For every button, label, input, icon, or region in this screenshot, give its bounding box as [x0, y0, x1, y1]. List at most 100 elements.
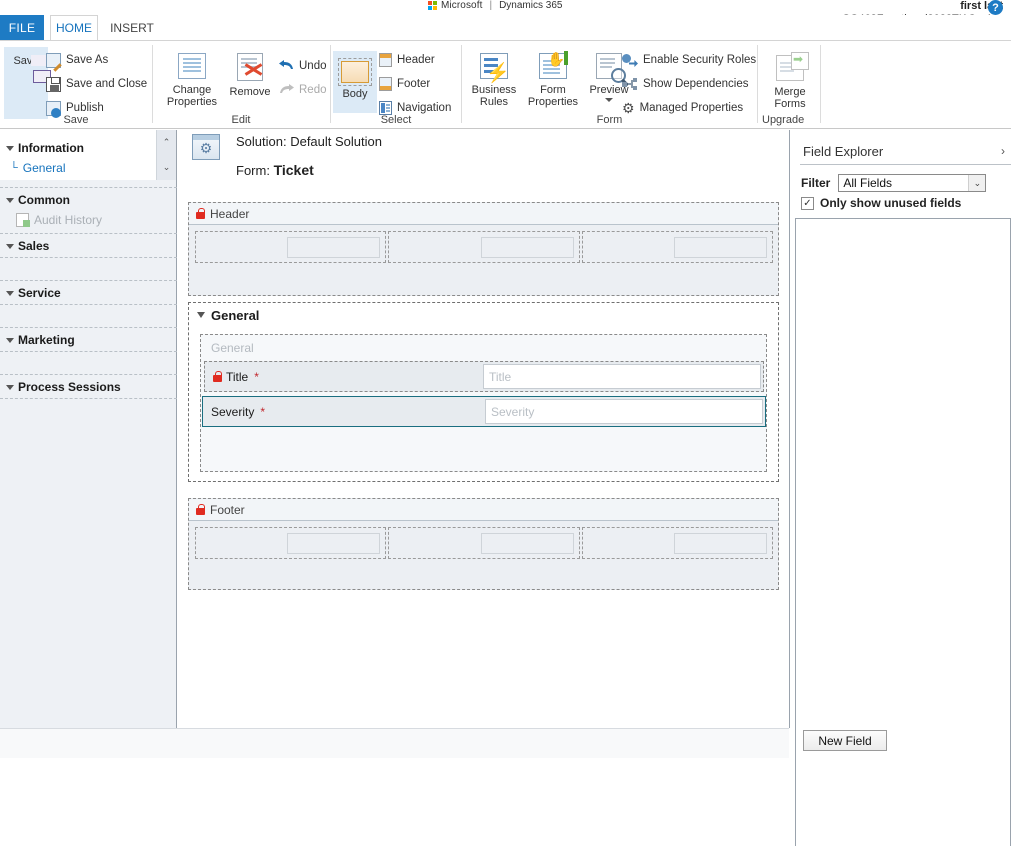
form-properties-label-1: Form	[540, 84, 566, 96]
chevron-right-icon[interactable]: ›	[1001, 144, 1005, 158]
help-icon[interactable]: ?	[988, 0, 1003, 15]
general-section-label: General	[211, 341, 254, 355]
field-row-severity[interactable]: Severity * Severity	[202, 396, 766, 427]
form-header-section[interactable]: Header	[188, 202, 779, 296]
tab-insert[interactable]: INSERT	[104, 15, 160, 40]
form-properties-label-2: Properties	[527, 96, 579, 108]
enable-security-roles-label: Enable Security Roles	[643, 54, 757, 66]
sidebar-group-label: Sales	[18, 239, 50, 253]
footer-cell[interactable]	[388, 527, 580, 559]
redo-label: Redo	[299, 84, 327, 96]
redo-button[interactable]: Redo	[279, 79, 327, 101]
save-as-button[interactable]: Save As	[46, 49, 108, 71]
nav-divider	[0, 304, 177, 305]
ribbon-divider	[820, 45, 821, 123]
field-explorer-panel: Field Explorer › Filter All Fields ⌄ ✓ O…	[790, 130, 1011, 846]
filter-select[interactable]: All Fields ⌄	[838, 174, 987, 192]
field-input-title[interactable]: Title	[483, 364, 761, 389]
tab-file[interactable]: FILE	[0, 15, 44, 40]
triangle-collapse-icon	[6, 145, 14, 151]
footer-icon	[379, 77, 392, 91]
footer-cell[interactable]	[582, 527, 773, 559]
tab-home[interactable]: HOME	[50, 15, 98, 40]
merge-forms-label-1: Merge	[774, 86, 806, 98]
field-label-title: Title *	[205, 370, 259, 384]
show-dependencies-button[interactable]: Show Dependencies	[622, 73, 749, 95]
header-icon	[379, 53, 392, 67]
form-canvas: ⚙ Solution: Default Solution Form: Ticke…	[178, 130, 789, 758]
nav-divider	[0, 233, 177, 234]
required-asterisk: *	[254, 369, 259, 384]
undo-button[interactable]: Undo	[279, 55, 327, 77]
remove-button[interactable]: Remove	[223, 49, 277, 98]
security-roles-icon	[622, 53, 638, 67]
general-tab-header[interactable]: General	[189, 303, 778, 327]
form-properties-icon: ✋	[539, 51, 568, 82]
footer-cell-placeholder	[481, 532, 574, 554]
sidebar-item-general[interactable]: └ General	[0, 158, 177, 177]
enable-security-roles-button[interactable]: Enable Security Roles	[622, 49, 756, 71]
ribbon-group-edit: Change Properties Remove Undo Redo Edit	[153, 41, 329, 129]
merge-forms-button[interactable]: Merge Forms	[766, 51, 814, 110]
new-field-button[interactable]: New Field	[803, 730, 887, 751]
sidebar-group-title-service[interactable]: Service	[0, 283, 177, 303]
header-cell[interactable]	[195, 231, 386, 263]
merge-forms-icon	[776, 52, 809, 84]
form-footer-section[interactable]: Footer	[188, 498, 779, 590]
save-and-close-button[interactable]: Save and Close	[46, 73, 147, 95]
header-cell-placeholder	[481, 236, 574, 258]
solution-header: ⚙ Solution: Default Solution Form: Ticke…	[192, 134, 382, 179]
sidebar-group-title-information[interactable]: Information	[0, 138, 177, 158]
header-button[interactable]: Header	[379, 49, 435, 71]
filter-selected-value: All Fields	[843, 176, 893, 190]
chevron-down-icon[interactable]	[605, 98, 613, 102]
managed-properties-label: Managed Properties	[639, 102, 744, 114]
upgrade-group-label: Upgrade	[762, 114, 805, 126]
field-explorer-list[interactable]	[795, 218, 1011, 846]
field-row-title[interactable]: Title * Title	[204, 361, 764, 392]
sidebar-group-title-sales[interactable]: Sales	[0, 236, 177, 256]
microsoft-logo-icon	[428, 1, 437, 10]
header-label: Header	[397, 54, 435, 66]
business-rules-icon: ⚡	[480, 53, 510, 83]
ribbon-group-upgrade: Merge Forms Upgrade	[758, 41, 820, 129]
footer-button[interactable]: Footer	[379, 73, 430, 95]
show-dependencies-icon	[622, 77, 638, 91]
footer-cell-row	[195, 527, 773, 559]
save-button[interactable]: Save	[4, 47, 48, 119]
field-label-text: Severity	[211, 404, 255, 419]
header-cell[interactable]	[582, 231, 773, 263]
business-rules-button[interactable]: ⚡ Business Rules	[466, 49, 522, 108]
sidebar-group-title-marketing[interactable]: Marketing	[0, 330, 177, 350]
lock-icon	[196, 504, 205, 515]
tree-branch-icon: └	[10, 161, 18, 174]
solution-name: Solution: Default Solution	[236, 134, 382, 149]
only-unused-fields-row[interactable]: ✓ Only show unused fields	[801, 196, 961, 210]
triangle-collapse-icon	[6, 197, 14, 203]
form-navigation-pane: ⌃ ⌄ Information └ General Common Audit H…	[0, 130, 177, 758]
change-properties-label-2: Properties	[166, 96, 218, 108]
save-as-icon	[46, 52, 61, 68]
only-unused-fields-checkbox[interactable]: ✓	[801, 196, 814, 210]
nav-divider	[0, 280, 177, 281]
general-tab-section[interactable]: General General Title * Title Severity *…	[188, 302, 779, 482]
body-button[interactable]: Body	[333, 51, 377, 113]
sidebar-item-audit-history[interactable]: Audit History	[0, 210, 177, 229]
triangle-collapse-icon	[197, 312, 205, 318]
nav-divider	[0, 374, 177, 375]
chevron-down-icon[interactable]: ⌄	[968, 175, 986, 191]
footer-cell[interactable]	[195, 527, 386, 559]
nav-divider	[0, 187, 177, 188]
form-properties-button[interactable]: ✋ Form Properties	[522, 49, 584, 108]
sidebar-group-title-common[interactable]: Common	[0, 190, 177, 210]
body-icon	[338, 58, 372, 86]
general-section-container[interactable]: General Title * Title Severity * Severit…	[200, 334, 767, 472]
header-cell[interactable]	[388, 231, 580, 263]
field-input-severity[interactable]: Severity	[485, 399, 763, 424]
change-properties-button[interactable]: Change Properties	[161, 49, 223, 108]
filter-label: Filter	[801, 176, 831, 190]
ribbon-group-form: ⚡ Business Rules ✋ Form Properties Previ…	[462, 41, 757, 129]
navigation-icon	[379, 101, 392, 115]
sidebar-group-title-process-sessions[interactable]: Process Sessions	[0, 377, 177, 397]
footer-section-title-bar: Footer	[189, 499, 778, 521]
